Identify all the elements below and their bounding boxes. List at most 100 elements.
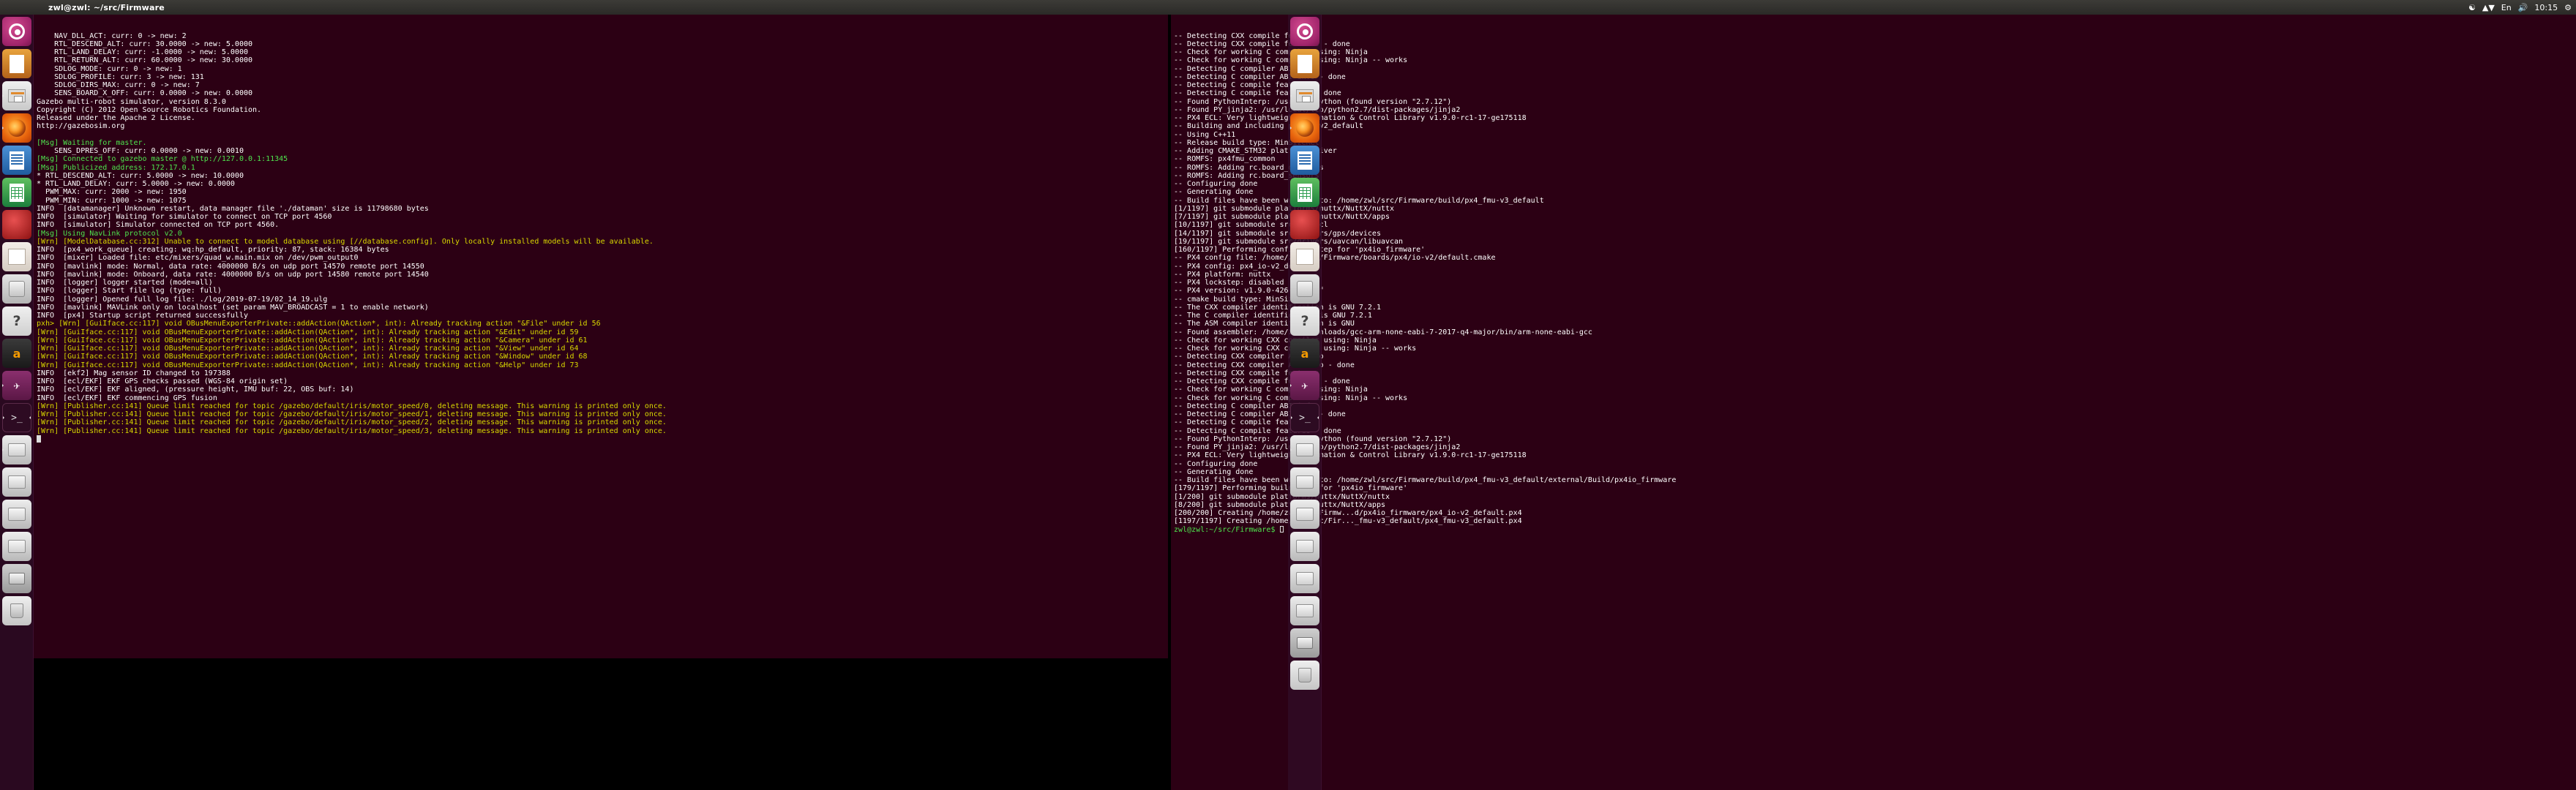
launcher2-item-software-center[interactable] (1290, 242, 1319, 271)
launcher2-item-terminal[interactable]: >_ (1290, 403, 1319, 432)
launcher-item-device-2[interactable] (2, 500, 31, 529)
qgc-icon: ✈ (13, 379, 20, 392)
launcher2-item-workspace-switcher[interactable] (1290, 628, 1319, 658)
bluetooth-icon-right[interactable]: ☯ (2468, 3, 2476, 12)
terminal-line: INFO [mavlink] mode: Onboard, data rate:… (37, 270, 429, 279)
launcher2-item-ubuntu-dash[interactable] (1290, 17, 1319, 46)
running-pip (1290, 125, 1292, 131)
launcher2-item-files[interactable] (1290, 81, 1319, 110)
terminal-line: -- Detecting CXX compile features (1174, 31, 1319, 40)
terminal-prompt[interactable]: zwl@zwl:~/src/Firmware$ (1174, 525, 2576, 534)
terminal-line: -- Check for working C compiler using: N… (1174, 394, 1408, 402)
amazon-icon: a (12, 346, 21, 361)
terminal-line: * RTL_DESCEND_ALT: curr: 5.0000 -> new: … (37, 171, 244, 180)
terminal-line: -- PX4 config: px4_io-v2_default (1174, 262, 1315, 271)
launcher-item-device-1[interactable] (2, 467, 31, 497)
disk-icon (1296, 572, 1314, 585)
unity-launcher-left: ? a ✈ >_ (0, 15, 34, 790)
terminal-line: [Wrn] [ModelDatabase.cc:312] Unable to c… (37, 237, 654, 246)
terminal-line: -- Configuring done (1174, 459, 1258, 468)
launcher2-item-firefox[interactable] (1290, 113, 1319, 143)
ubuntu-logo-icon (9, 23, 25, 40)
indicator-area-right: ☯ ▲▼ En 🔊 10:15 ⚙ (2468, 0, 2572, 15)
terminal-line: [Wrn] [GuiIface.cc:117] void OBusMenuExp… (37, 361, 579, 369)
terminal-icon: >_ (1299, 412, 1311, 424)
terminal-window-left[interactable]: NAV_DLL_ACT: curr: 0 -> new: 2 RTL_DESCE… (34, 15, 1168, 658)
terminal-line: [Msg] Waiting for master. (37, 138, 147, 147)
launcher2-item-amazon[interactable]: a (1290, 339, 1319, 368)
launcher-item-device-3[interactable] (2, 532, 31, 561)
launcher2-item-device-2[interactable] (1290, 500, 1319, 529)
launcher-item-software-center[interactable] (2, 242, 31, 271)
launcher-item-libreoffice-draw[interactable] (2, 210, 31, 239)
terminal-line: -- Detecting CXX compile features - done (1174, 40, 1350, 48)
launcher2-item-device-3[interactable] (1290, 532, 1319, 561)
launcher2-item-gazebo[interactable] (1290, 435, 1319, 464)
launcher-item-files[interactable] (2, 81, 31, 110)
launcher2-item-libreoffice-calc[interactable] (1290, 178, 1319, 207)
launcher-item-ubuntu-dash[interactable] (2, 17, 31, 46)
launcher-item-libreoffice-writer[interactable] (2, 146, 31, 175)
terminal-line: * RTL_LAND_DELAY: curr: 5.0000 -> new: 0… (37, 180, 235, 188)
terminal-line: [Wrn] [GuiIface.cc:117] void OBusMenuExp… (37, 353, 588, 361)
files-icon (1296, 89, 1314, 102)
launcher2-item-libreoffice-impress[interactable] (1290, 49, 1319, 78)
calc-icon (10, 183, 24, 202)
terminal-line: -- Check for working C compiler using: N… (1174, 56, 1408, 65)
network-icon-right[interactable]: ▲▼ (2482, 3, 2495, 12)
terminal-window-right[interactable]: -- Detecting CXX compile features -- Dete… (1171, 15, 2576, 790)
keyboard-icon-right[interactable]: En (2501, 3, 2512, 12)
terminal-line: RTL_DESCEND_ALT: curr: 30.0000 -> new: 5… (37, 40, 253, 48)
launcher2-item-libreoffice-draw[interactable] (1290, 210, 1319, 239)
terminal-line: -- Generating done (1174, 467, 1254, 476)
launcher2-item-help[interactable]: ? (1290, 306, 1319, 336)
trash-icon (1298, 668, 1311, 682)
terminal-line: [Msg] Publicized address: 172.17.0.1 (37, 163, 195, 172)
terminal-icon: >_ (11, 412, 23, 424)
launcher2-item-device-1[interactable] (1290, 467, 1319, 497)
impress-icon (10, 54, 24, 73)
terminal-line: INFO [logger] Opened full log file: ./lo… (37, 295, 328, 304)
cursor-block (37, 434, 41, 443)
terminal-line: -- ROMFS: Adding rc.board_defaults (1174, 163, 1324, 172)
launcher2-item-system-settings[interactable] (1290, 274, 1319, 304)
terminal-right-output[interactable]: -- Detecting CXX compile features -- Dete… (1171, 31, 2576, 534)
terminal-left-output[interactable]: NAV_DLL_ACT: curr: 0 -> new: 2 RTL_DESCE… (34, 31, 1168, 445)
launcher-item-libreoffice-impress[interactable] (2, 49, 31, 78)
terminal-line: http://gazebosim.org (37, 122, 125, 131)
launcher-item-system-settings[interactable] (2, 274, 31, 304)
power-icon-right[interactable]: ⚙ (2564, 3, 2572, 12)
launcher-item-workspace-switcher[interactable] (2, 564, 31, 593)
terminal-line: [1197/1197] Creating /home/zwl/src/Fir..… (1174, 517, 1522, 526)
running-pip (1290, 447, 1292, 453)
launcher-item-libreoffice-calc[interactable] (2, 178, 31, 207)
terminal-line: [Msg] Using NavLink protocol v2.0 (37, 229, 182, 238)
volume-icon-right[interactable]: 🔊 (2518, 3, 2528, 12)
terminal-line: -- PX4 ECL: Very lightweight Estimation … (1174, 451, 1527, 460)
launcher2-item-trash[interactable] (1290, 661, 1319, 690)
launcher2-item-device-4[interactable] (1290, 564, 1319, 593)
launcher-item-qgroundcontrol[interactable]: ✈ (2, 371, 31, 400)
launcher2-item-libreoffice-writer[interactable] (1290, 146, 1319, 175)
terminal-line: -- Detecting C compile features (1174, 418, 1311, 427)
files-icon (8, 89, 26, 102)
launcher2-item-device-5[interactable] (1290, 596, 1319, 625)
terminal-line: Released under the Apache 2 License. (37, 114, 195, 122)
launcher-item-terminal[interactable]: >_ (2, 403, 31, 432)
amazon-icon: a (1300, 346, 1309, 361)
launcher-item-help[interactable]: ? (2, 306, 31, 336)
terminal-line: [19/1197] git submodule src/drivers/uavc… (1174, 237, 1404, 246)
clock-right[interactable]: 10:15 (2534, 3, 2558, 12)
running-pip (2, 383, 4, 388)
terminal-line: -- The C compiler identification is GNU … (1174, 312, 1372, 320)
launcher-item-gazebo[interactable] (2, 435, 31, 464)
terminal-line: -- Check for working C compiler using: N… (1174, 48, 1368, 56)
launcher2-item-qgroundcontrol[interactable]: ✈ (1290, 371, 1319, 400)
terminal-line: -- Check for working C compiler using: N… (1174, 385, 1368, 394)
launcher-item-trash[interactable] (2, 596, 31, 625)
launcher-item-firefox[interactable] (2, 113, 31, 143)
launcher-item-amazon[interactable]: a (2, 339, 31, 368)
terminal-line: [Wrn] [Publisher.cc:141] Queue limit rea… (37, 418, 667, 427)
running-pip (2, 125, 4, 131)
focused-pip (29, 415, 31, 421)
